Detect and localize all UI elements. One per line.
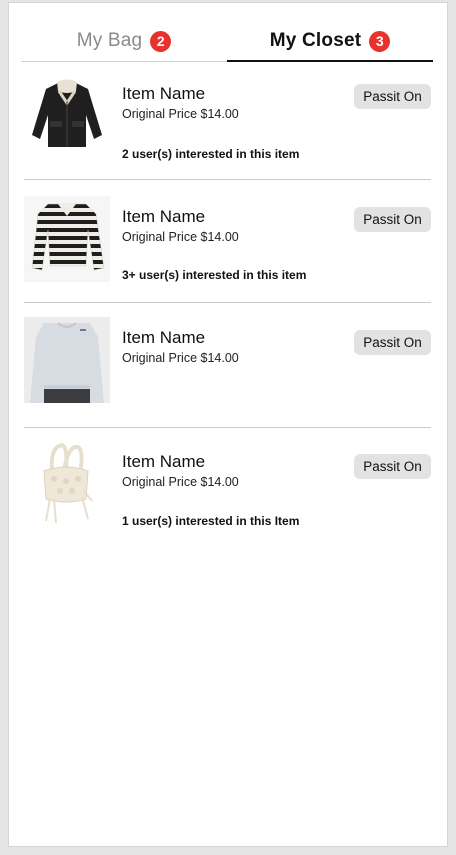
- list-item[interactable]: Item Name Original Price $14.00 3+ user(…: [24, 196, 431, 286]
- item-name: Item Name: [122, 328, 206, 347]
- passit-on-button[interactable]: Passit On: [354, 454, 431, 479]
- item-name: Item Name: [122, 84, 206, 103]
- grey-sweatshirt-image: [24, 317, 110, 403]
- divider: [24, 427, 431, 428]
- item-price: Original Price $14.00: [122, 107, 239, 121]
- tab-my-closet-label: My Closet: [269, 30, 362, 51]
- interest-count: 2 user(s) interested in this item: [122, 147, 300, 161]
- list-item[interactable]: Item Name Original Price $14.00 1 user(s…: [24, 441, 431, 531]
- tab-bar: My Bag 2 My Closet 3: [21, 21, 433, 62]
- app-frame: My Bag 2 My Closet 3 Item Name Original …: [8, 2, 448, 847]
- striped-sweater-image: [24, 196, 110, 282]
- tab-my-bag-label: My Bag: [76, 30, 143, 51]
- list-item[interactable]: Item Name Original Price $14.00 2 user(s…: [24, 73, 431, 163]
- item-name: Item Name: [122, 207, 206, 226]
- tab-my-bag[interactable]: My Bag 2: [21, 21, 227, 61]
- divider: [24, 302, 431, 303]
- divider: [24, 179, 431, 180]
- interest-count: 1 user(s) interested in this Item: [122, 514, 300, 528]
- passit-on-button[interactable]: Passit On: [354, 84, 431, 109]
- passit-on-button[interactable]: Passit On: [354, 330, 431, 355]
- item-price: Original Price $14.00: [122, 230, 239, 244]
- knit-bag-image: [24, 441, 110, 527]
- passit-on-button[interactable]: Passit On: [354, 207, 431, 232]
- closet-count-badge: 3: [369, 30, 391, 52]
- bag-count-badge: 2: [150, 30, 172, 52]
- black-jacket-image: [24, 73, 110, 159]
- interest-count: 3+ user(s) interested in this item: [122, 268, 307, 282]
- item-name: Item Name: [122, 452, 206, 471]
- item-price: Original Price $14.00: [122, 475, 239, 489]
- tab-my-closet[interactable]: My Closet 3: [227, 21, 433, 62]
- item-price: Original Price $14.00: [122, 351, 239, 365]
- list-item[interactable]: Item Name Original Price $14.00 Passit O…: [24, 317, 431, 407]
